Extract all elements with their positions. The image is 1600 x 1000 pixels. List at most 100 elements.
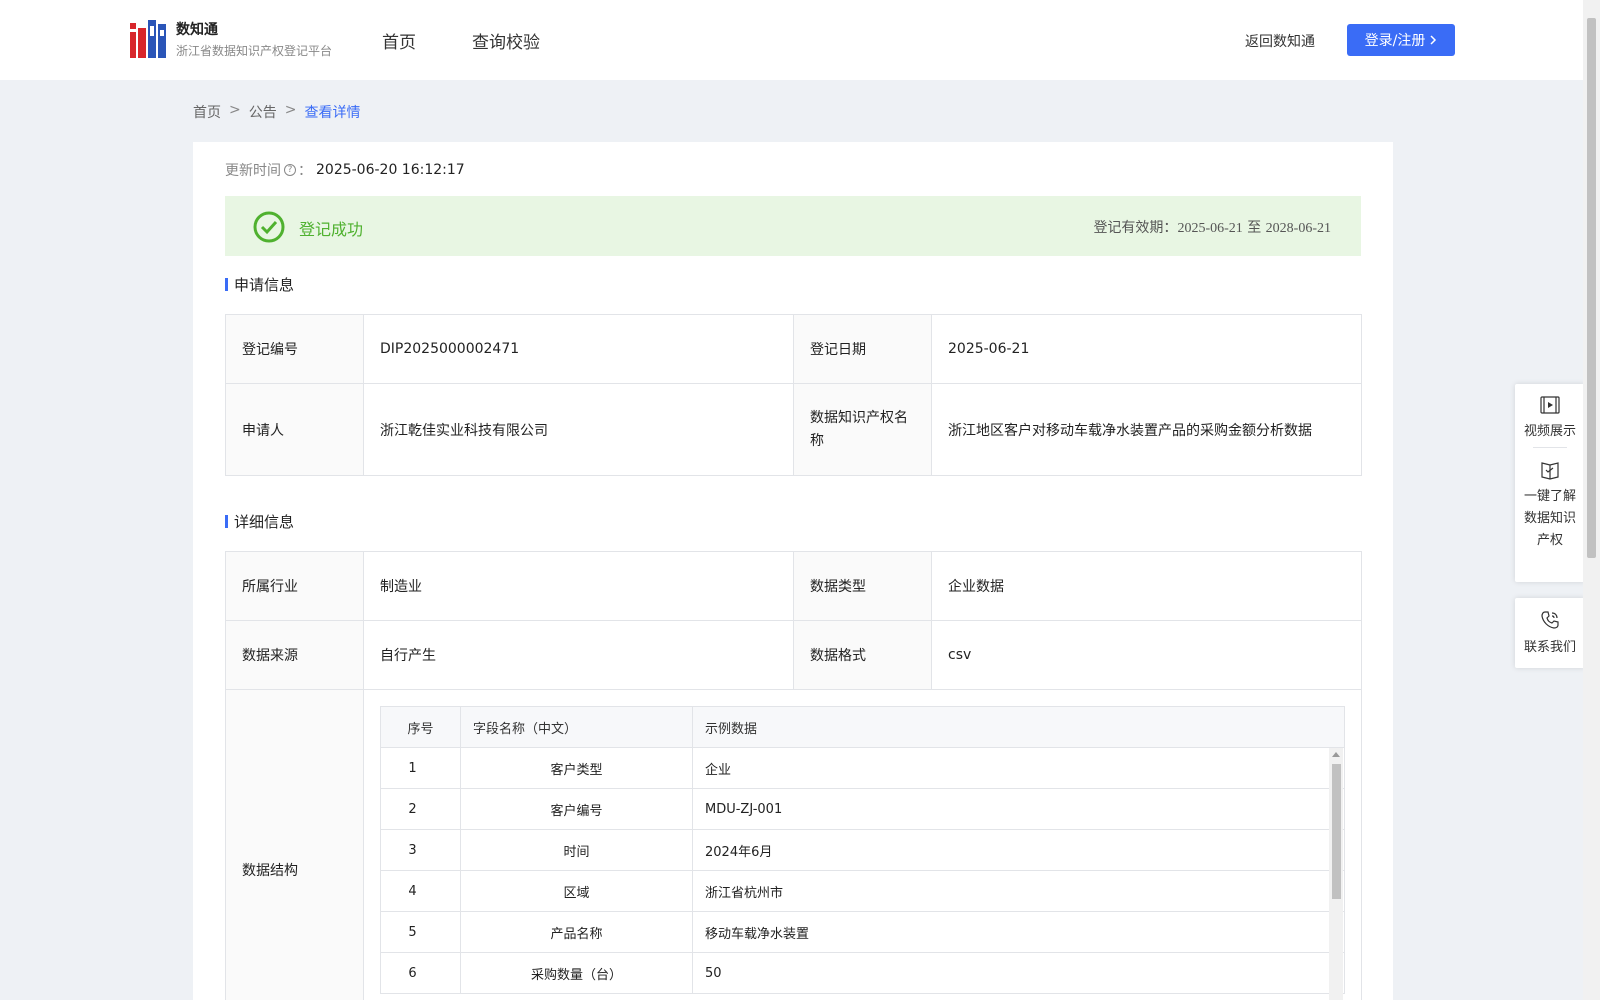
breadcrumb-home[interactable]: 首页	[193, 102, 221, 122]
breadcrumb-notice[interactable]: 公告	[249, 102, 277, 122]
section-marker	[225, 278, 228, 291]
side-panel-guide: 视频展示 一键了解 数据知识 产权	[1515, 384, 1585, 582]
table-row: 申请人 浙江乾佳实业科技有限公司 数据知识产权名称 浙江地区客户对移动车载净水装…	[225, 383, 1362, 476]
validity-end: 2028-06-21	[1265, 221, 1331, 236]
row-example: 2024年6月	[692, 829, 1345, 871]
table-row: 5 产品名称 移动车载净水装置	[380, 911, 1345, 953]
ip-name-label: 数据知识产权名称	[793, 383, 932, 476]
row-example: 企业	[692, 747, 1345, 789]
applicant-value: 浙江乾佳实业科技有限公司	[363, 383, 794, 476]
row-example: 浙江省杭州市	[692, 870, 1345, 912]
row-example: 移动车载净水装置	[692, 911, 1345, 953]
row-field-name: 客户编号	[460, 788, 693, 830]
contact-us-label: 联系我们	[1523, 640, 1576, 655]
learn-ip-button[interactable]: 一键了解 数据知识 产权	[1515, 456, 1585, 552]
application-section-title: 申请信息	[225, 274, 294, 295]
row-example: 50	[692, 952, 1345, 994]
row-field-name: 客户类型	[460, 747, 693, 789]
brand-name: 数知通	[176, 22, 218, 38]
page-scrollbar-thumb[interactable]	[1587, 18, 1596, 558]
main-nav: 首页 查询校验	[382, 28, 540, 53]
industry-value: 制造业	[363, 551, 794, 621]
row-field-name: 时间	[460, 829, 693, 871]
book-icon	[1541, 462, 1559, 480]
login-register-button[interactable]: 登录/注册	[1347, 24, 1455, 56]
table-row: 4 区域 浙江省杭州市	[380, 870, 1345, 912]
update-time-label: 更新时间	[225, 163, 281, 179]
row-field-name: 区域	[460, 870, 693, 912]
scrollbar-thumb[interactable]	[1332, 764, 1341, 899]
validity-period: 登记有效期：2025-06-21 至 2028-06-21	[1093, 217, 1331, 237]
reg-no-label: 登记编号	[225, 314, 364, 384]
table-row: 6 采购数量（台） 50	[380, 952, 1345, 994]
nav-home[interactable]: 首页	[382, 28, 416, 53]
learn-ip-label-1: 一键了解	[1523, 489, 1576, 504]
learn-ip-label-2: 数据知识	[1523, 511, 1576, 526]
source-label: 数据来源	[225, 620, 364, 690]
section-marker	[225, 515, 228, 528]
structure-header-row: 序号 字段名称（中文） 示例数据	[380, 706, 1345, 748]
industry-label: 所属行业	[225, 551, 364, 621]
contact-us-button[interactable]: 联系我们	[1515, 598, 1585, 655]
table-row: 登记编号 DIP2025000002471 登记日期 2025-06-21	[225, 314, 1362, 384]
brand-subtitle: 浙江省数据知识产权登记平台	[176, 44, 333, 58]
side-panel-contact: 联系我们	[1515, 598, 1585, 668]
update-time-value: 2025-06-20 16:12:17	[316, 162, 465, 178]
structure-scrollbar[interactable]	[1329, 748, 1343, 1000]
application-info-table: 登记编号 DIP2025000002471 登记日期 2025-06-21 申请…	[225, 314, 1362, 476]
breadcrumb: 首页 > 公告 > 查看详情	[193, 102, 360, 122]
video-showcase-button[interactable]: 视频展示	[1515, 384, 1585, 439]
table-row: 2 客户编号 MDU-ZJ-001	[380, 788, 1345, 830]
page-scrollbar[interactable]	[1583, 0, 1600, 1000]
validity-label: 登记有效期：	[1093, 220, 1178, 236]
row-index: 2	[380, 788, 461, 830]
login-register-label: 登录/注册	[1364, 33, 1426, 49]
table-row: 数据结构 序号 字段名称（中文） 示例数据 1 客户类型 企业 2 客户编号 MDU-ZJ…	[225, 689, 1362, 1000]
update-time-row: 更新时间 ? ： 2025-06-20 16:12:17	[225, 160, 465, 180]
row-field-name: 产品名称	[460, 911, 693, 953]
update-time-colon: ：	[298, 163, 312, 179]
detail-section-title: 详细信息	[225, 511, 294, 532]
col-header-index: 序号	[380, 706, 461, 748]
video-showcase-label: 视频展示	[1523, 424, 1576, 439]
data-type-label: 数据类型	[793, 551, 932, 621]
row-index: 1	[380, 747, 461, 789]
structure-label: 数据结构	[225, 689, 364, 1000]
reg-date-value: 2025-06-21	[931, 314, 1362, 384]
data-type-value: 企业数据	[931, 551, 1362, 621]
col-header-example: 示例数据	[692, 706, 1345, 748]
format-value: csv	[931, 620, 1362, 690]
detail-info-table: 所属行业 制造业 数据类型 企业数据 数据来源 自行产生 数据格式 csv 数据…	[225, 551, 1362, 1000]
nav-query-verify[interactable]: 查询校验	[472, 28, 540, 53]
detail-title-text: 详细信息	[234, 513, 295, 531]
chevron-right-icon	[1430, 35, 1437, 45]
top-header: 数知通 浙江省数据知识产权登记平台 首页 查询校验 返回数知通 登录/注册	[0, 0, 1600, 80]
validity-start: 2025-06-21	[1177, 221, 1243, 236]
breadcrumb-separator: >	[229, 102, 241, 118]
structure-table-wrap: 序号 字段名称（中文） 示例数据 1 客户类型 企业 2 客户编号 MDU-ZJ-001 3…	[380, 706, 1345, 1000]
platform-logo[interactable]	[130, 20, 166, 58]
applicant-label: 申请人	[225, 383, 364, 476]
scroll-up-arrow-icon[interactable]	[1332, 752, 1340, 757]
row-index: 3	[380, 829, 461, 871]
row-example: MDU-ZJ-001	[692, 788, 1345, 830]
ip-name-value: 浙江地区客户对移动车载净水装置产品的采购金额分析数据	[931, 383, 1362, 476]
structure-table: 序号 字段名称（中文） 示例数据 1 客户类型 企业 2 客户编号 MDU-ZJ-001 3…	[380, 706, 1345, 994]
table-row: 3 时间 2024年6月	[380, 829, 1345, 871]
detail-card: 更新时间 ? ： 2025-06-20 16:12:17 登记成功 登记有效期：…	[193, 142, 1393, 1000]
back-to-shuzhitong-link[interactable]: 返回数知通	[1245, 31, 1315, 51]
row-field-name: 采购数量（台）	[460, 952, 693, 994]
question-icon[interactable]: ?	[284, 164, 296, 176]
source-value: 自行产生	[363, 620, 794, 690]
col-header-field-name: 字段名称（中文）	[460, 706, 693, 748]
breadcrumb-separator: >	[284, 102, 297, 118]
table-row: 数据来源 自行产生 数据格式 csv	[225, 620, 1362, 690]
status-text: 登记成功	[299, 220, 364, 239]
application-title-text: 申请信息	[234, 276, 295, 294]
brand: 数知通 浙江省数据知识产权登记平台	[176, 21, 332, 60]
table-row: 所属行业 制造业 数据类型 企业数据	[225, 551, 1362, 621]
validity-to: 至	[1247, 220, 1262, 236]
structure-cell: 序号 字段名称（中文） 示例数据 1 客户类型 企业 2 客户编号 MDU-ZJ-001 3…	[363, 689, 1362, 1000]
table-row: 1 客户类型 企业	[380, 747, 1345, 789]
row-index: 5	[380, 911, 461, 953]
